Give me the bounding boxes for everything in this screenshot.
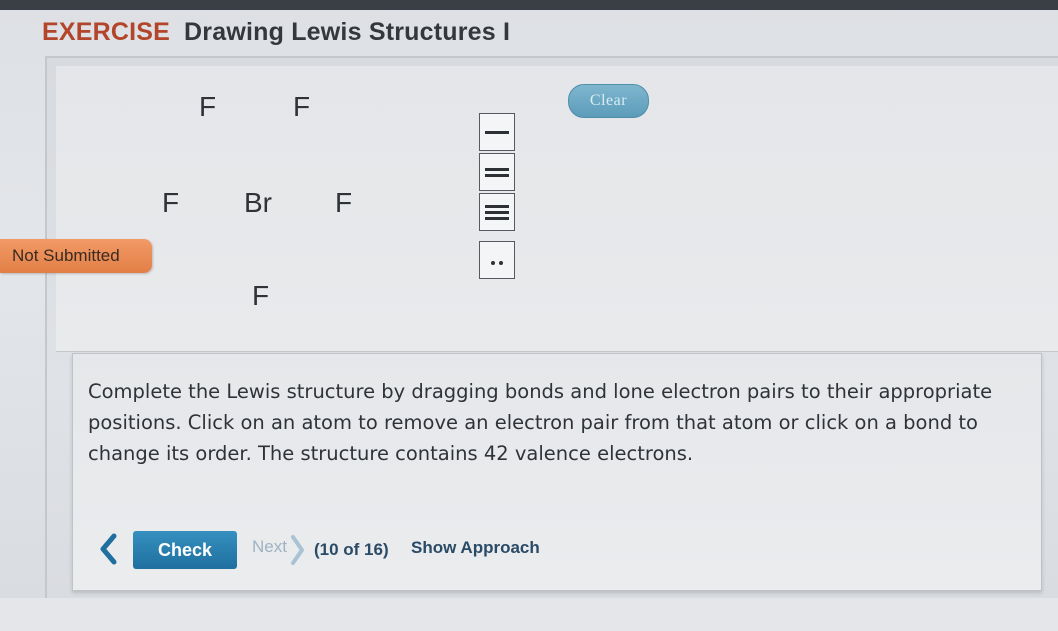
check-button[interactable]: Check (133, 531, 237, 569)
triple-bond-icon[interactable] (479, 193, 515, 231)
double-bond-icon[interactable] (479, 153, 515, 191)
question-counter: (10 of 16) (314, 540, 389, 559)
show-approach-link[interactable]: Show Approach (411, 538, 540, 558)
atom-f-left[interactable]: F (162, 187, 179, 219)
page-title: EXERCISE Drawing Lewis Structures I (42, 18, 510, 47)
exercise-title: Drawing Lewis Structures I (184, 18, 511, 46)
exercise-page: EXERCISE Drawing Lewis Structures I F F F… (0, 0, 1058, 631)
clear-button[interactable]: Clear (568, 84, 649, 118)
atom-br-center[interactable]: Br (244, 187, 272, 219)
lone-pair-icon[interactable] (479, 241, 515, 279)
single-bond-icon[interactable] (479, 113, 515, 151)
previous-arrow-icon[interactable] (98, 533, 118, 565)
atom-f-bottom[interactable]: F (252, 280, 269, 312)
status-badge: Not Submitted (0, 239, 152, 273)
top-bar (0, 0, 1058, 10)
atom-f-top-left[interactable]: F (199, 91, 216, 123)
atom-f-right[interactable]: F (335, 187, 352, 219)
instruction-text: Complete the Lewis structure by dragging… (88, 380, 993, 465)
atom-f-top-right[interactable]: F (293, 91, 310, 123)
bottom-strip (0, 598, 1058, 631)
next-arrow-icon[interactable] (290, 534, 306, 566)
exercise-label: EXERCISE (42, 18, 171, 46)
next-button[interactable]: Next (252, 537, 287, 557)
